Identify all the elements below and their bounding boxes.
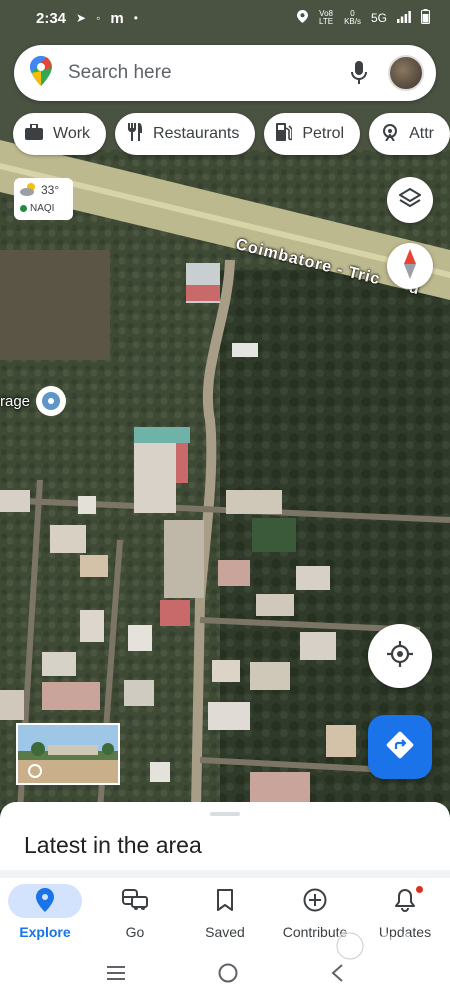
- mic-icon[interactable]: [340, 54, 378, 92]
- attractions-icon: [381, 123, 399, 146]
- chip-petrol[interactable]: Petrol: [264, 113, 361, 155]
- nav-label: Explore: [19, 924, 71, 940]
- place-pin[interactable]: rage: [0, 386, 67, 416]
- location-status-icon: [297, 10, 309, 26]
- telegram-icon: ➤: [76, 11, 87, 25]
- chip-work[interactable]: Work: [13, 113, 107, 155]
- place-label: rage: [0, 392, 31, 410]
- place-marker-icon: [36, 386, 67, 416]
- olx-watermark-logo: [332, 922, 416, 972]
- status-bar: 2:34 ➤ ◦ m • Vo8 LTE 0 KB/s 5G: [0, 0, 450, 36]
- bookmark-icon: [217, 888, 233, 914]
- directions-button[interactable]: [368, 715, 432, 779]
- layers-button[interactable]: [387, 177, 433, 223]
- layers-icon: [399, 187, 421, 214]
- aqi-label: NAQI: [30, 202, 55, 214]
- weather-widget[interactable]: 33° NAQI: [14, 178, 73, 220]
- myntra-icon: m: [110, 9, 124, 27]
- compass-icon: [403, 248, 417, 284]
- briefcase-icon: [25, 122, 43, 145]
- fuel-pump-icon: [276, 122, 294, 146]
- notification-dot: [416, 886, 423, 893]
- network-type: 5G: [370, 11, 387, 25]
- search-input[interactable]: Search here: [68, 62, 340, 84]
- sheet-title: Latest in the area: [24, 832, 202, 858]
- chip-restaurants[interactable]: Restaurants: [115, 113, 256, 155]
- more-notifications-icon: •: [133, 11, 138, 25]
- google-maps-logo-icon: [30, 55, 52, 91]
- nav-explore[interactable]: Explore: [0, 878, 90, 950]
- explore-sheet[interactable]: Latest in the area: [0, 802, 450, 880]
- commute-icon: [122, 888, 148, 914]
- avatar[interactable]: [388, 55, 424, 91]
- directions-icon: [386, 731, 414, 764]
- chip-label: Attr: [409, 125, 434, 142]
- volte-indicator: Vo8 LTE: [319, 9, 334, 26]
- category-chips: Work Restaurants Petrol Attr: [13, 113, 450, 155]
- chip-label: Petrol: [302, 125, 345, 142]
- nav-go[interactable]: Go: [90, 878, 180, 950]
- chip-attractions[interactable]: Attr: [369, 113, 450, 155]
- street-view-thumbnail[interactable]: [16, 723, 120, 785]
- sheet-drag-handle[interactable]: [210, 812, 240, 816]
- app-notification-icon: ◦: [96, 11, 101, 25]
- add-circle-icon: [303, 888, 327, 915]
- crosshair-icon: [387, 640, 413, 672]
- location-pin-icon: [36, 887, 54, 915]
- status-time: 2:34: [36, 9, 67, 27]
- signal-icon: [397, 10, 411, 27]
- search-bar[interactable]: Search here: [14, 45, 436, 101]
- home-icon[interactable]: [218, 963, 238, 988]
- battery-icon: [421, 8, 430, 28]
- partly-cloudy-icon: [20, 182, 38, 199]
- nav-label: Saved: [205, 924, 245, 940]
- divider: [0, 870, 450, 878]
- chip-label: Work: [53, 125, 91, 142]
- nav-saved[interactable]: Saved: [180, 878, 270, 950]
- rotate-360-icon: [28, 764, 42, 778]
- chip-label: Restaurants: [153, 125, 240, 142]
- temperature: 33°: [41, 183, 60, 197]
- nav-label: Go: [125, 924, 145, 940]
- net-speed: 0 KB/s: [344, 10, 361, 26]
- net-speed-unit: KB/s: [344, 17, 361, 26]
- compass-button[interactable]: [387, 243, 433, 289]
- my-location-button[interactable]: [368, 624, 432, 688]
- fork-knife-icon: [127, 122, 143, 146]
- aqi-status-dot: [20, 204, 27, 212]
- bell-icon: [395, 888, 415, 915]
- recent-apps-icon[interactable]: [106, 965, 126, 986]
